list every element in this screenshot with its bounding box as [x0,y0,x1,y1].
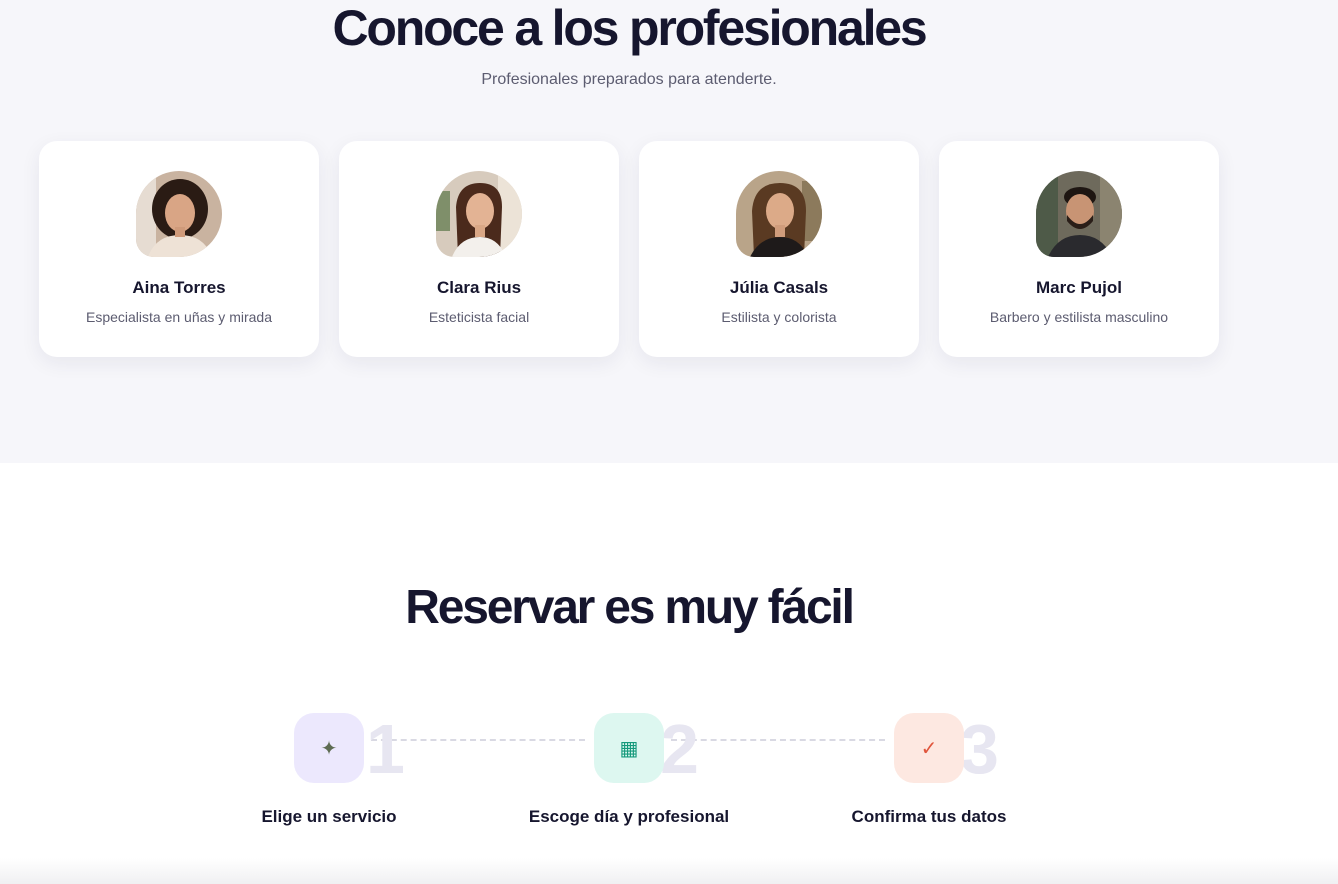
professional-role: Estilista y colorista [721,309,837,325]
step-connector [371,739,585,741]
avatar [736,171,822,257]
bottom-fade [0,858,1338,884]
step-label: Elige un servicio [261,807,397,826]
professional-name: Aina Torres [132,278,226,297]
sparkle-icon: ✦ [294,713,364,783]
calendar-icon: ▦ [594,713,664,783]
step-connector [671,739,885,741]
avatar [436,171,522,257]
avatar-photo [736,171,822,257]
professional-name: Marc Pujol [1036,278,1122,297]
professional-card[interactable]: Marc Pujol Barbero y estilista masculino [939,141,1219,357]
professional-name: Júlia Casals [729,278,829,297]
professional-card[interactable]: Clara Rius Esteticista facial [339,141,619,357]
avatar-photo [1036,171,1122,257]
professional-name: Clara Rius [436,278,522,297]
avatar-photo [436,171,522,257]
check-icon: ✓ [894,713,964,783]
professional-role: Especialista en uñas y mirada [86,309,272,325]
step-label: Confirma tus datos [851,807,1007,826]
section-title: Conoce a los profesionales [332,0,928,56]
professional-role: Esteticista facial [428,309,530,325]
professional-card[interactable]: Júlia Casals Estilista y colorista [639,141,919,357]
professional-card[interactable]: Aina Torres Especialista en uñas y mirad… [39,141,319,357]
steps-title: Reservar es muy fácil [405,581,855,634]
step-number: 2 [660,710,699,788]
avatar [1036,171,1122,257]
professional-role: Barbero y estilista masculino [989,309,1169,325]
step-label: Escoge día y profesional [528,807,730,826]
step-number: 3 [960,710,999,788]
section-subtitle: Profesionales preparados para atenderte. [481,71,777,88]
step-number: 1 [366,710,405,788]
avatar [136,171,222,257]
professionals-section: Conoce a los profesionales Profesionales… [0,0,1338,463]
avatar-photo [136,171,222,257]
